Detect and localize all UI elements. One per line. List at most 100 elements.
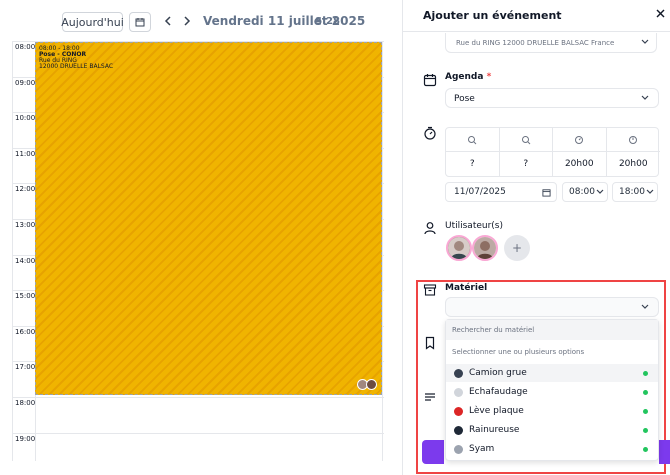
date-picker-button[interactable] bbox=[129, 12, 151, 32]
day-calendar: Aujourd'hui Vendredi 11 juillet 2025 S.2… bbox=[0, 0, 402, 475]
material-option[interactable]: Rainureuse bbox=[446, 421, 658, 439]
user-photo-icon bbox=[448, 237, 470, 259]
agenda-value: Pose bbox=[454, 94, 475, 104]
agenda-select[interactable]: Pose bbox=[445, 88, 659, 108]
chevron-right-icon bbox=[184, 16, 191, 26]
hour-label: 12:00 bbox=[15, 185, 36, 194]
duration-value-4: 20h00 bbox=[618, 159, 648, 169]
duration-value-2: ? bbox=[500, 152, 553, 176]
material-option[interactable]: Lève plaque bbox=[446, 402, 658, 420]
calendar-icon bbox=[135, 18, 145, 27]
hour-label: 14:00 bbox=[15, 256, 36, 265]
timer-icon bbox=[575, 135, 584, 144]
users-label: Utilisateur(s) bbox=[445, 221, 504, 231]
availability-dot bbox=[643, 409, 648, 414]
address-value: Rue du RING 12000 DRUELLE BALSAC France bbox=[456, 39, 615, 47]
hour-row[interactable]: 19:00 bbox=[13, 432, 384, 469]
tool-icon bbox=[454, 444, 463, 454]
next-day-button[interactable] bbox=[180, 13, 194, 29]
previous-day-button[interactable] bbox=[161, 13, 175, 29]
week-number: S.28 bbox=[315, 16, 340, 27]
date-value: 11/07/2025 bbox=[454, 187, 506, 197]
material-option[interactable]: Syam bbox=[446, 440, 658, 458]
chevron-left-icon bbox=[164, 16, 171, 26]
availability-dot bbox=[643, 428, 648, 433]
date-field[interactable]: 11/07/2025 bbox=[445, 182, 557, 202]
chevron-down-icon bbox=[646, 189, 654, 194]
start-time-select[interactable]: 08:00 bbox=[562, 182, 608, 202]
agenda-label: Agenda * bbox=[445, 72, 492, 82]
availability-dot bbox=[643, 371, 648, 376]
submit-button-edge[interactable] bbox=[659, 440, 670, 464]
hour-label: 18:00 bbox=[15, 399, 36, 407]
hour-label: 11:00 bbox=[15, 149, 36, 158]
material-option-label: Echafaudage bbox=[469, 387, 528, 397]
submit-button[interactable] bbox=[422, 440, 444, 464]
end-time-value: 18:00 bbox=[619, 187, 645, 197]
availability-dot bbox=[643, 447, 648, 452]
material-dropdown: Rechercher du matériel Selectionner une … bbox=[445, 319, 659, 461]
hour-label: 17:00 bbox=[15, 363, 36, 372]
zoom-in-icon bbox=[468, 135, 477, 144]
availability-dot bbox=[643, 390, 648, 395]
current-date-title: Vendredi 11 juillet 2025 bbox=[203, 14, 366, 28]
clock-cell[interactable] bbox=[606, 128, 660, 152]
calendar-icon bbox=[423, 74, 437, 87]
close-button[interactable] bbox=[653, 6, 667, 20]
add-user-button[interactable]: + bbox=[504, 235, 530, 261]
material-option-label: Rainureuse bbox=[469, 425, 520, 435]
material-option[interactable]: Echafaudage bbox=[446, 383, 658, 401]
clock-icon bbox=[629, 135, 638, 144]
hour-label: 19:00 bbox=[15, 434, 36, 443]
lift-icon bbox=[454, 406, 463, 416]
hour-label: 13:00 bbox=[15, 221, 36, 229]
text-align-icon bbox=[425, 393, 435, 401]
hour-label: 08:00 bbox=[15, 43, 36, 51]
chevron-down-icon bbox=[641, 39, 649, 44]
grinder-icon bbox=[454, 425, 463, 435]
today-button[interactable]: Aujourd'hui bbox=[61, 12, 124, 32]
material-search-input[interactable]: Rechercher du matériel bbox=[446, 320, 658, 340]
event-avatars bbox=[357, 379, 377, 390]
material-hint: Selectionner une ou plusieurs options bbox=[452, 348, 585, 356]
hour-label: 15:00 bbox=[15, 292, 36, 301]
material-option[interactable]: Camion grue bbox=[446, 364, 658, 382]
avatar[interactable] bbox=[446, 235, 472, 261]
duration-table: ? ? 20h00 20h00 bbox=[445, 127, 660, 177]
hour-label: 09:00 bbox=[15, 78, 36, 87]
archive-icon bbox=[423, 284, 437, 296]
end-time-select[interactable]: 18:00 bbox=[612, 182, 658, 202]
truck-icon bbox=[454, 368, 463, 378]
chevron-down-icon bbox=[641, 304, 649, 309]
panel-title: Ajouter un événement bbox=[423, 9, 562, 22]
avatar[interactable] bbox=[472, 235, 498, 261]
hour-row[interactable]: 18:00 bbox=[13, 397, 384, 433]
zoom-out-cell[interactable] bbox=[499, 128, 553, 152]
avatar bbox=[366, 379, 377, 390]
material-label: Matériel bbox=[445, 283, 488, 293]
timer-cell[interactable] bbox=[553, 128, 607, 152]
close-icon bbox=[656, 9, 664, 17]
panel-header: Ajouter un événement bbox=[403, 0, 670, 32]
material-select[interactable] bbox=[445, 297, 659, 317]
material-option-label: Camion grue bbox=[469, 368, 527, 378]
material-option-label: Syam bbox=[469, 444, 495, 454]
stopwatch-icon bbox=[424, 126, 436, 140]
chevron-down-icon bbox=[641, 95, 649, 100]
zoom-out-icon bbox=[521, 135, 531, 144]
hour-label: 10:00 bbox=[15, 114, 36, 123]
hour-label: 16:00 bbox=[15, 327, 36, 336]
duration-value-3: 20h00 bbox=[553, 152, 607, 176]
calendar-event[interactable]: 08:00 - 18:00 Pose - CONOR Rue du RING 1… bbox=[35, 42, 382, 395]
material-option-label: Lève plaque bbox=[469, 406, 524, 416]
user-icon bbox=[424, 222, 436, 235]
zoom-in-cell[interactable] bbox=[446, 128, 500, 152]
chevron-down-icon bbox=[596, 189, 604, 194]
user-photo-icon bbox=[474, 237, 496, 259]
address-select[interactable]: Rue du RING 12000 DRUELLE BALSAC France bbox=[445, 33, 657, 53]
event-address-line2: 12000 DRUELLE BALSAC bbox=[39, 63, 114, 70]
scaffold-icon bbox=[454, 387, 463, 397]
add-event-panel: Ajouter un événement Rue du RING 12000 D… bbox=[402, 0, 670, 475]
duration-value-1: ? bbox=[446, 152, 500, 176]
calendar-toolbar: Aujourd'hui Vendredi 11 juillet 2025 S.2… bbox=[0, 0, 402, 40]
